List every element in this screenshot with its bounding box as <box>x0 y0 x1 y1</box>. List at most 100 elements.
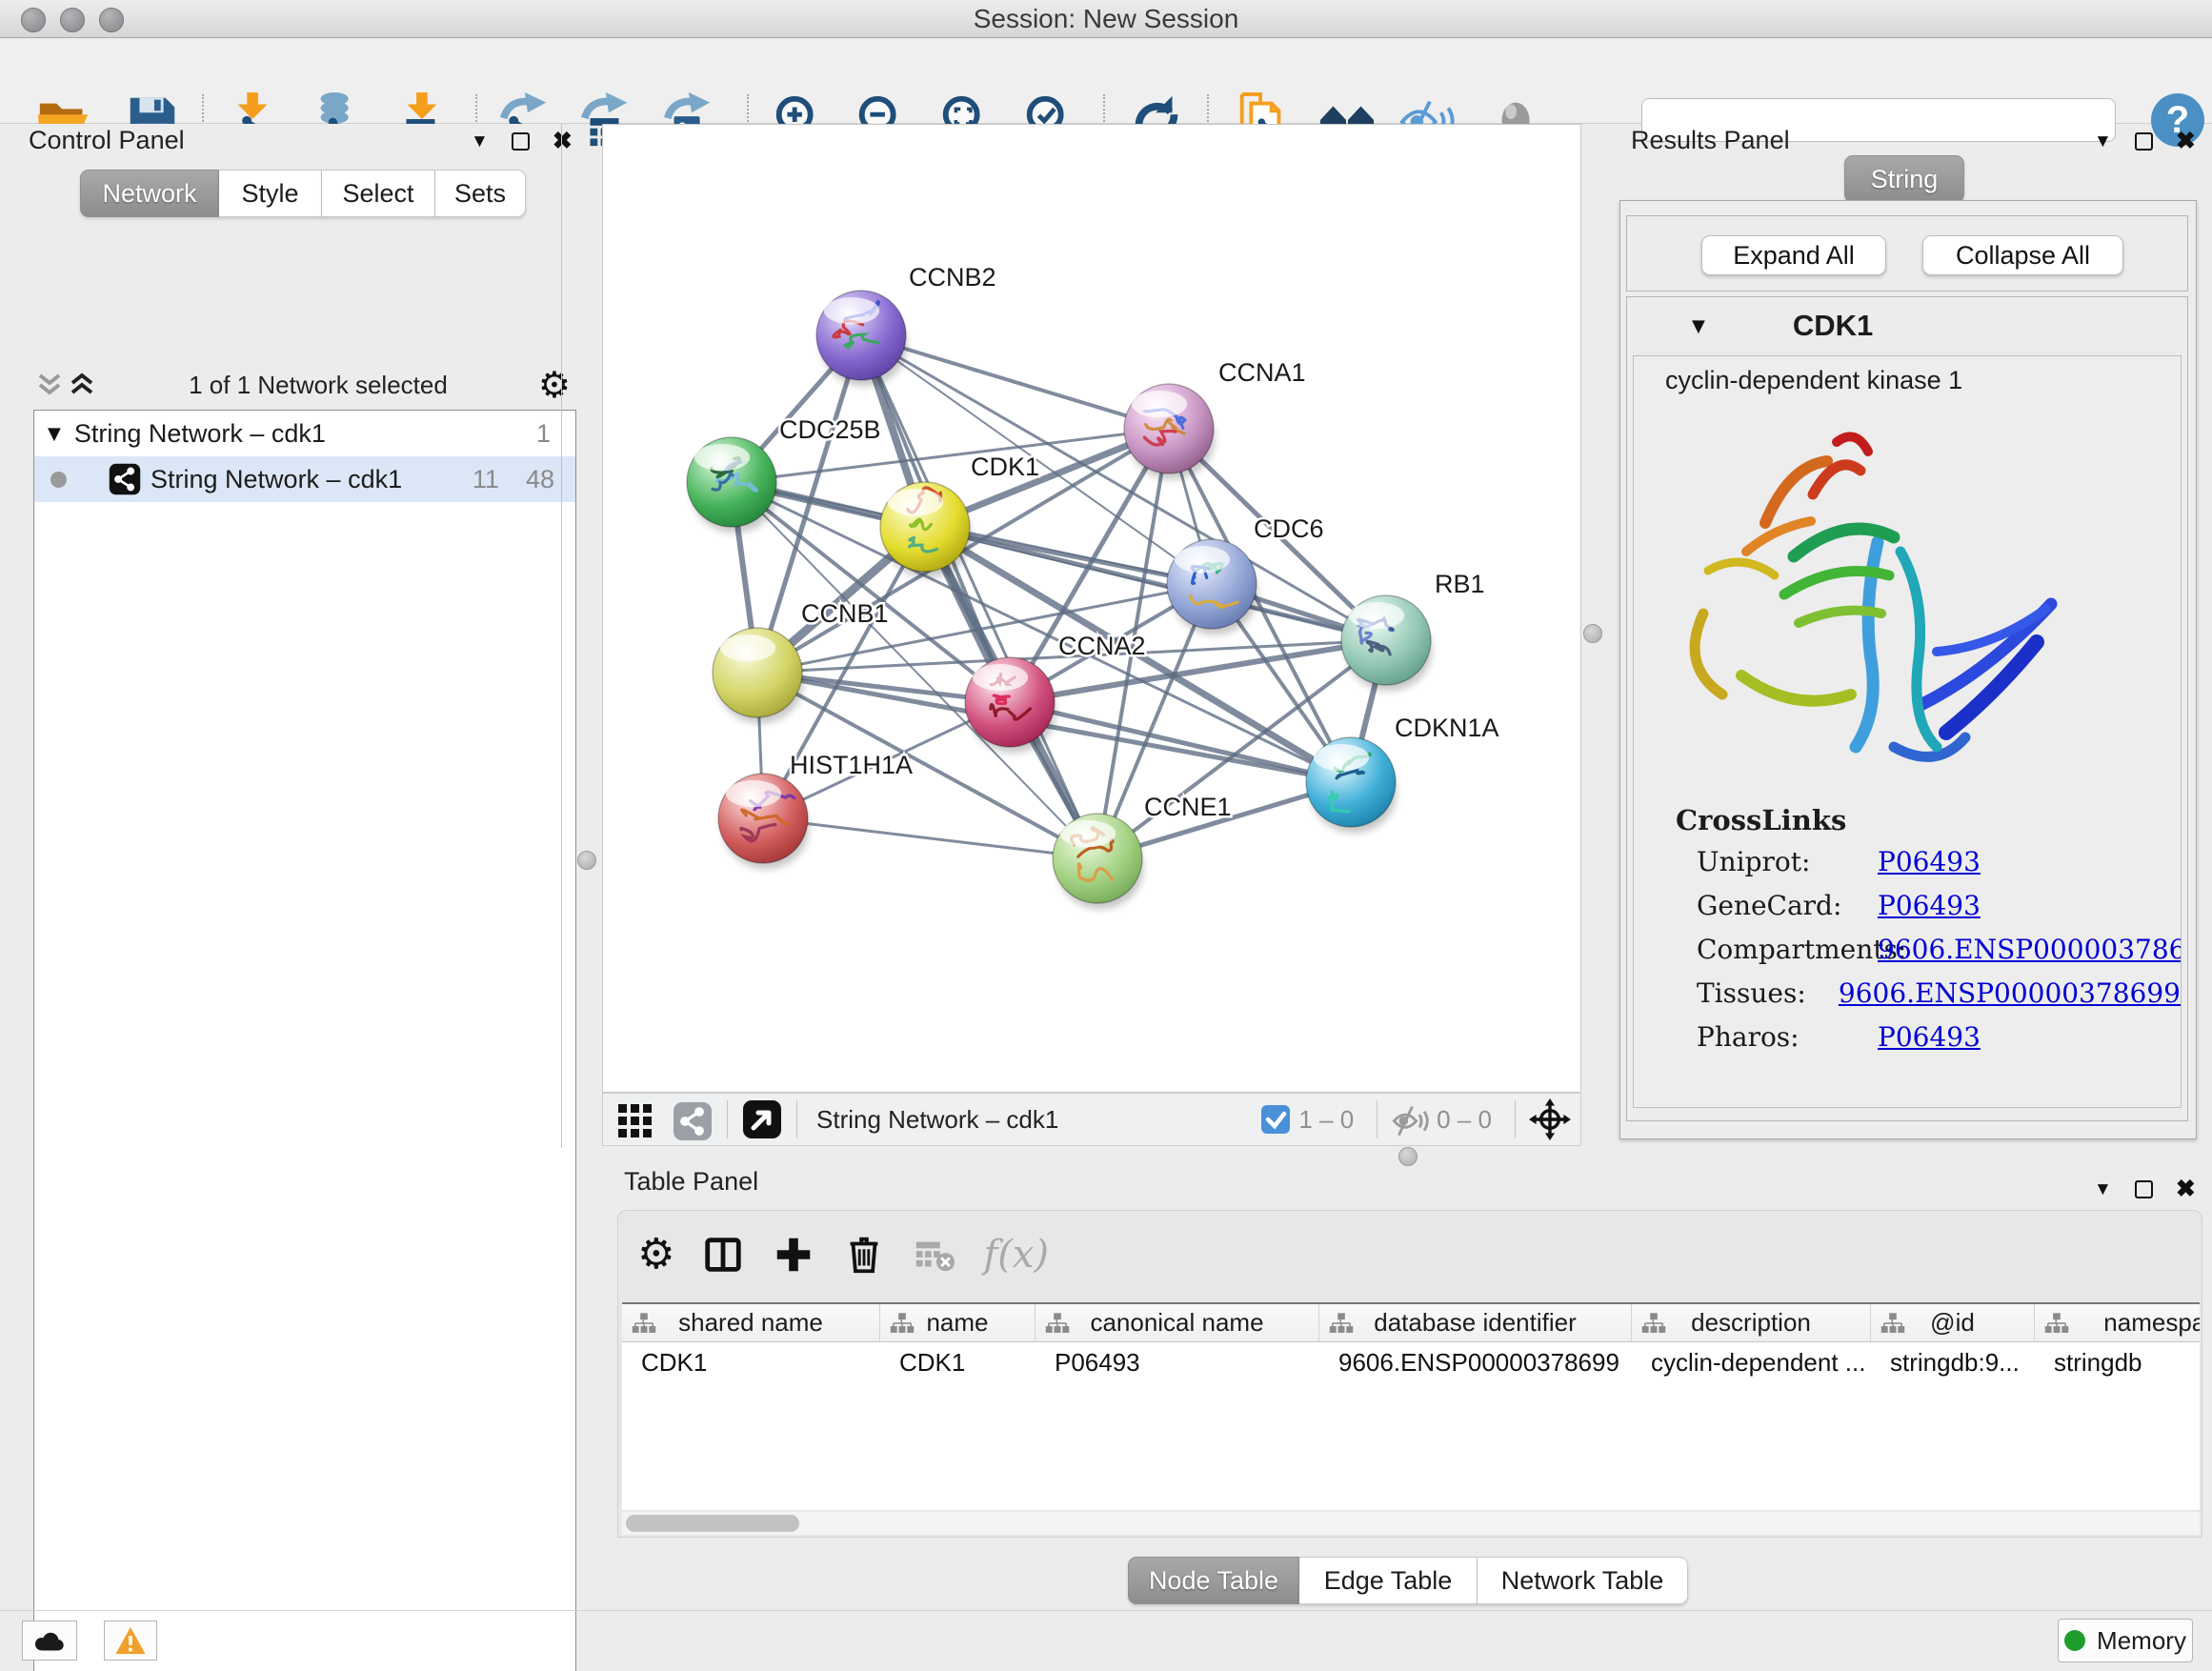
column-label: @id <box>1930 1308 1975 1338</box>
minimize-window-button[interactable] <box>60 8 85 32</box>
left-splitter[interactable] <box>561 124 562 1148</box>
results-panel-tab-string[interactable]: String <box>1844 155 1964 199</box>
cell[interactable]: CDK1 <box>880 1342 1036 1382</box>
cell[interactable]: P06493 <box>1036 1342 1319 1382</box>
results-panel: Results Panel ▼ ✖ String Expand All Coll… <box>1618 124 2202 1148</box>
cell[interactable]: cyclin-dependent ... <box>1632 1342 1871 1382</box>
tab-network[interactable]: Network <box>80 170 219 217</box>
memory-button[interactable]: Memory <box>2058 1619 2193 1662</box>
cell[interactable]: stringdb <box>2035 1342 2200 1382</box>
network-selection-status: 1 of 1 Network selected <box>98 371 538 400</box>
edge-CCNB2-CCNA1[interactable] <box>861 335 1169 429</box>
node-table[interactable]: shared namenamecanonical namedatabase id… <box>622 1302 2200 1510</box>
function-builder-icon: f(x) <box>983 1233 1049 1277</box>
cloud-button[interactable] <box>22 1621 77 1661</box>
edge-CCNB2-CCNE1[interactable] <box>861 335 1097 858</box>
toolbar-divider <box>727 1100 728 1138</box>
cdk1-section-title: CDK1 <box>1793 309 1873 343</box>
table-panel-float-icon[interactable] <box>2135 1180 2153 1198</box>
grid-view-icon[interactable] <box>614 1098 656 1140</box>
collection-disclosure-icon[interactable]: ▼ <box>48 424 61 444</box>
results-panel-float-icon[interactable] <box>2135 132 2153 151</box>
node-CDKN1A[interactable]: CDKN1A <box>1306 714 1499 833</box>
columns-icon[interactable] <box>701 1233 745 1277</box>
column-header-name[interactable]: name <box>880 1304 1036 1341</box>
warnings-button[interactable] <box>104 1621 157 1661</box>
tab-style[interactable]: Style <box>219 170 322 217</box>
tab-network-table[interactable]: Network Table <box>1478 1557 1688 1604</box>
right-splitter-handle[interactable] <box>1583 624 1602 643</box>
cell[interactable]: stringdb:9... <box>1871 1342 2035 1382</box>
network-row-selected[interactable]: String Network – cdk1 11 48 <box>34 456 575 502</box>
share-view-icon[interactable] <box>672 1098 714 1140</box>
edge-CCNE1-HIST1H1A[interactable] <box>763 818 1097 858</box>
cdk1-section-header[interactable]: ▼ CDK1 <box>1627 297 2187 354</box>
bottom-splitter-handle[interactable] <box>1398 1147 1418 1166</box>
crosslink-label: GeneCard: <box>1697 890 1878 921</box>
node-RB1[interactable]: RB1 <box>1341 570 1485 691</box>
cell[interactable]: 9606.ENSP00000378699 <box>1319 1342 1632 1382</box>
delete-column-icon[interactable] <box>842 1233 886 1277</box>
birdseye-icon[interactable] <box>741 1098 783 1140</box>
selected-checkbox-icon[interactable] <box>1260 1104 1291 1135</box>
results-panel-menu-caret-icon[interactable]: ▼ <box>2094 132 2112 151</box>
network-icon <box>109 463 141 495</box>
crosslink-link[interactable]: 9606.ENSP00000378699 <box>1839 977 2181 1009</box>
control-panel-close-icon[interactable]: ✖ <box>553 130 573 153</box>
table-settings-gear-icon[interactable]: ⚙ <box>637 1234 674 1276</box>
column-header-shared-name[interactable]: shared name <box>622 1304 880 1341</box>
node-label-CDC6: CDC6 <box>1254 514 1324 543</box>
column-header-namespace[interactable]: namespace <box>2035 1304 2200 1341</box>
add-column-icon[interactable] <box>772 1233 815 1277</box>
close-window-button[interactable] <box>21 8 46 32</box>
collapse-all-button[interactable]: Collapse All <box>1922 235 2123 275</box>
cell[interactable]: CDK1 <box>622 1342 880 1382</box>
control-panel-menu-caret-icon[interactable]: ▼ <box>471 132 489 151</box>
network-view-toolbar: String Network – cdk1 1 – 0 0 – 0 <box>602 1093 1581 1146</box>
scrollbar-thumb[interactable] <box>626 1515 799 1532</box>
column-header-@id[interactable]: @id <box>1871 1304 2035 1341</box>
tab-string-label[interactable]: String <box>1844 155 1964 203</box>
control-panel-tabs: NetworkStyleSelectSets <box>80 170 526 217</box>
crosslink-link[interactable]: 9606.ENSP00000378699 <box>1878 934 2182 965</box>
results-panel-close-icon[interactable]: ✖ <box>2176 130 2196 153</box>
column-header-description[interactable]: description <box>1632 1304 1871 1341</box>
crosslink-link[interactable]: P06493 <box>1878 890 1981 921</box>
node-label-RB1: RB1 <box>1435 570 1485 598</box>
crosslink-link[interactable]: P06493 <box>1878 846 1981 877</box>
crosslink-link[interactable]: P06493 <box>1878 1021 1981 1053</box>
network-options-gear-icon[interactable]: ⚙ <box>538 367 571 403</box>
table-row[interactable]: CDK1CDK1P064939606.ENSP00000378699cyclin… <box>622 1342 2200 1382</box>
column-header-canonical-name[interactable]: canonical name <box>1036 1304 1319 1341</box>
edge-CCNA2-CDKN1A[interactable] <box>1010 702 1351 782</box>
collapse-all-chevron-icon[interactable] <box>33 371 66 399</box>
table-panel-menu-caret-icon[interactable]: ▼ <box>2094 1180 2112 1198</box>
crosslink-label: Tissues: <box>1697 977 1839 1009</box>
node-CCNE1[interactable]: CCNE1 <box>1053 793 1232 909</box>
node-CCNB1[interactable]: CCNB1 <box>713 599 889 723</box>
network-canvas[interactable]: CCNB2 CCNA1 CDC25B CDK1 CDC6 RB1 CCNB1 <box>602 124 1581 1093</box>
node-HIST1H1A[interactable]: HIST1H1A <box>718 751 913 869</box>
table-panel-close-icon[interactable]: ✖ <box>2176 1178 2196 1201</box>
maximize-window-button[interactable] <box>99 8 124 32</box>
column-header-database-identifier[interactable]: database identifier <box>1319 1304 1632 1341</box>
table-horizontal-scrollbar[interactable] <box>622 1512 2200 1535</box>
expand-all-button[interactable]: Expand All <box>1701 235 1886 275</box>
tab-node-table[interactable]: Node Table <box>1128 1557 1299 1604</box>
table-panel: ⚙ f(x) shared namenamecanonical namedata… <box>617 1210 2202 1538</box>
expand-all-chevron-icon[interactable] <box>66 371 98 399</box>
control-panel-float-icon[interactable] <box>512 132 530 151</box>
network-collection-row[interactable]: ▼ String Network – cdk1 1 <box>34 411 575 456</box>
node-CCNA1[interactable]: CCNA1 <box>1124 358 1306 479</box>
tab-edge-table[interactable]: Edge Table <box>1299 1557 1478 1604</box>
tab-select[interactable]: Select <box>322 170 435 217</box>
tab-sets[interactable]: Sets <box>435 170 526 217</box>
hierarchy-icon <box>890 1311 915 1336</box>
cdk1-section: ▼ CDK1 cyclin-dependent kinase 1 <box>1626 296 2188 1121</box>
node-CDC25B[interactable]: CDC25B <box>687 415 881 533</box>
fit-content-crosshair-icon[interactable] <box>1529 1098 1571 1140</box>
left-splitter-handle[interactable] <box>577 851 596 870</box>
network-status-dot <box>50 472 67 488</box>
cdk1-disclosure-icon[interactable]: ▼ <box>1692 316 1705 336</box>
warning-icon <box>114 1625 147 1656</box>
